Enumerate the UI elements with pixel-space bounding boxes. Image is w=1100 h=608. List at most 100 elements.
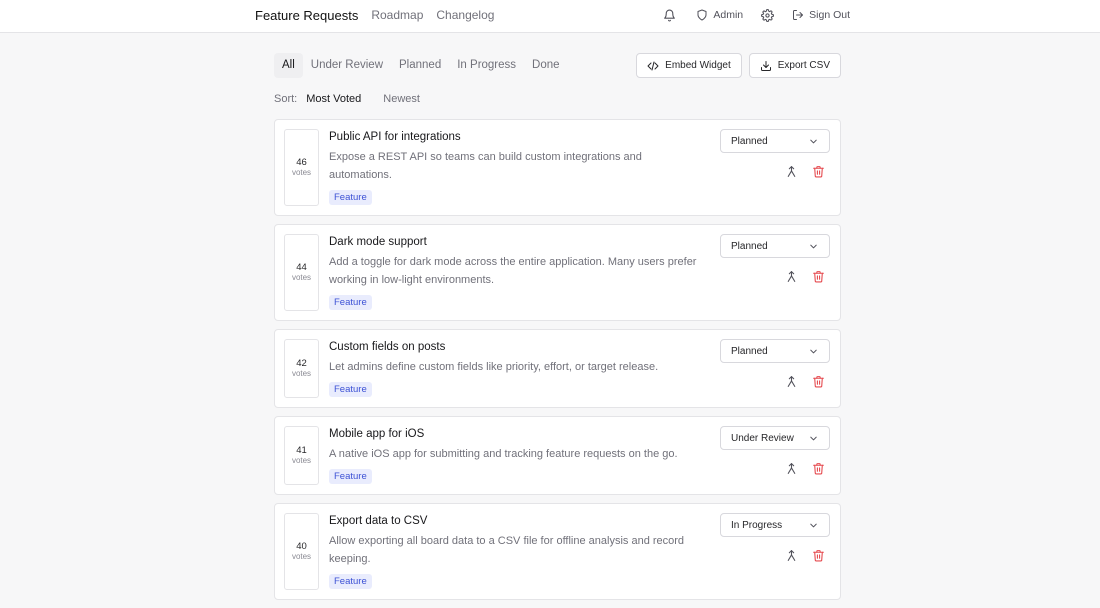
post-actions [785,462,825,475]
post-body: Mobile app for iOS A native iOS app for … [329,427,699,484]
gear-icon[interactable] [761,8,775,22]
post-title[interactable]: Public API for integrations [329,130,699,144]
admin-label: Admin [713,9,744,21]
brand-link[interactable]: Feature Requests [255,8,358,23]
chevron-down-icon [808,241,819,252]
nav-link-roadmap[interactable]: Roadmap [371,8,423,22]
post-description: Add a toggle for dark mode across the en… [329,256,697,286]
post-card: 46 votes Public API for integrations Exp… [274,119,841,216]
vote-button[interactable]: 46 votes [284,129,319,206]
vote-count: 42 [296,358,307,369]
post-description: Let admins define custom fields like pri… [329,361,659,373]
status-value: Under Review [731,432,794,444]
vote-count: 41 [296,445,307,456]
tab-planned[interactable]: Planned [391,53,449,78]
trash-icon[interactable] [812,375,825,388]
status-value: In Progress [731,519,783,531]
merge-icon[interactable] [785,165,798,178]
post-body: Custom fields on posts Let admins define… [329,340,699,397]
trash-icon[interactable] [812,270,825,283]
status-select[interactable]: Planned [720,234,830,258]
vote-label: votes [291,168,312,177]
post-title[interactable]: Custom fields on posts [329,340,699,354]
vote-button[interactable]: 44 votes [284,234,319,311]
post-card: 41 votes Mobile app for iOS A native iOS… [274,416,841,495]
sort-label: Sort: [274,93,298,105]
export-csv-button[interactable]: Export CSV [748,53,841,78]
post-actions [785,165,825,178]
post-title[interactable]: Dark mode support [329,235,699,249]
vote-label: votes [291,552,312,561]
tab-under-review[interactable]: Under Review [303,53,391,78]
chevron-down-icon [808,520,819,531]
vote-button[interactable]: 40 votes [284,513,319,590]
status-select[interactable]: Planned [720,339,830,363]
status-tabs: All Under Review Planned In Progress Don… [274,53,568,78]
status-select[interactable]: Under Review [720,426,830,450]
category-tag: Feature [329,295,372,310]
toolbar-actions: Embed Widget Export CSV [636,53,841,78]
merge-icon[interactable] [785,462,798,475]
export-csv-label: Export CSV [777,60,830,71]
post-list: 46 votes Public API for integrations Exp… [274,119,841,608]
merge-icon[interactable] [785,375,798,388]
post-body: Dark mode support Add a toggle for dark … [329,235,699,310]
tab-done[interactable]: Done [524,53,568,78]
tab-all[interactable]: All [274,53,303,78]
vote-button[interactable]: 42 votes [284,339,319,398]
status-value: Planned [731,240,768,252]
status-value: Planned [731,135,768,147]
vote-label: votes [291,273,312,282]
post-actions [785,549,825,562]
chevron-down-icon [808,433,819,444]
vote-label: votes [291,369,312,378]
nav-right: Admin Sign Out [663,0,850,30]
post-description: Expose a REST API so teams can build cus… [329,151,642,181]
post-title[interactable]: Export data to CSV [329,514,699,528]
vote-button[interactable]: 41 votes [284,426,319,485]
status-value: Planned [731,345,768,357]
vote-label: votes [291,456,312,465]
bell-icon[interactable] [663,9,676,22]
code-icon [647,60,659,72]
sort-bar: Sort: Most Voted Newest [274,91,442,107]
trash-icon[interactable] [812,549,825,562]
trash-icon[interactable] [812,165,825,178]
top-nav: Feature Requests Roadmap Changelog Admin… [0,0,1100,33]
vote-count: 46 [296,157,307,168]
trash-icon[interactable] [812,462,825,475]
filter-bar: All Under Review Planned In Progress Don… [274,53,841,78]
category-tag: Feature [329,574,372,589]
sort-newest[interactable]: Newest [383,93,420,105]
embed-widget-label: Embed Widget [665,60,731,71]
shield-icon [696,9,708,21]
sign-out-label: Sign Out [809,9,850,21]
post-description: Allow exporting all board data to a CSV … [329,535,685,565]
merge-icon[interactable] [785,270,798,283]
post-actions [785,270,825,283]
vote-count: 40 [296,541,307,552]
post-body: Export data to CSV Allow exporting all b… [329,514,699,589]
nav-link-changelog[interactable]: Changelog [436,8,494,22]
post-card: 40 votes Export data to CSV Allow export… [274,503,841,600]
download-icon [760,60,772,72]
category-tag: Feature [329,190,372,205]
merge-icon[interactable] [785,549,798,562]
post-card: 42 votes Custom fields on posts Let admi… [274,329,841,408]
category-tag: Feature [329,382,372,397]
chevron-down-icon [808,136,819,147]
status-select[interactable]: In Progress [720,513,830,537]
sort-most-voted[interactable]: Most Voted [306,93,361,105]
post-card: 44 votes Dark mode support Add a toggle … [274,224,841,321]
post-actions [785,375,825,388]
admin-link[interactable]: Admin [696,9,743,21]
embed-widget-button[interactable]: Embed Widget [636,53,742,78]
post-description: A native iOS app for submitting and trac… [329,448,678,460]
category-tag: Feature [329,469,372,484]
nav-left: Feature Requests Roadmap Changelog [255,0,494,30]
tab-in-progress[interactable]: In Progress [449,53,524,78]
status-select[interactable]: Planned [720,129,830,153]
sign-out-button[interactable]: Sign Out [792,9,850,21]
main-content: All Under Review Planned In Progress Don… [274,53,841,600]
post-title[interactable]: Mobile app for iOS [329,427,699,441]
